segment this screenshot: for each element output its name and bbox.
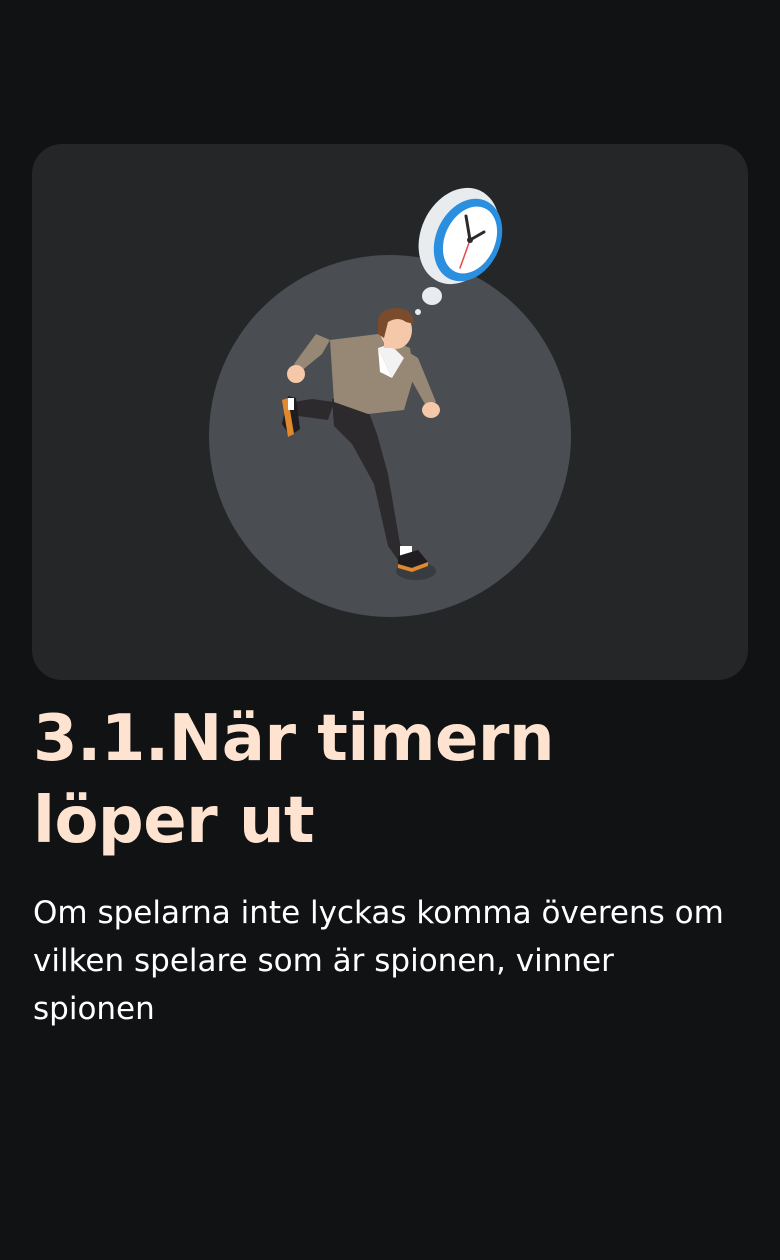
illustration-card xyxy=(32,144,748,680)
running-man-with-clock-illustration xyxy=(209,187,571,617)
rule-description: Om spelarna inte lyckas komma överens om… xyxy=(33,895,724,1027)
rule-title-line-1: 3.1.När timern xyxy=(33,702,555,776)
rule-title: 3.1.När timern löper ut xyxy=(33,698,733,862)
front-hand xyxy=(422,402,440,418)
thought-dot-large xyxy=(422,287,442,305)
rule-title-line-2: löper ut xyxy=(33,784,315,858)
thought-dot-small xyxy=(415,309,421,315)
back-hand xyxy=(287,365,305,383)
rule-screen: 3.1.När timern löper ut Om spelarna inte… xyxy=(0,0,780,1260)
